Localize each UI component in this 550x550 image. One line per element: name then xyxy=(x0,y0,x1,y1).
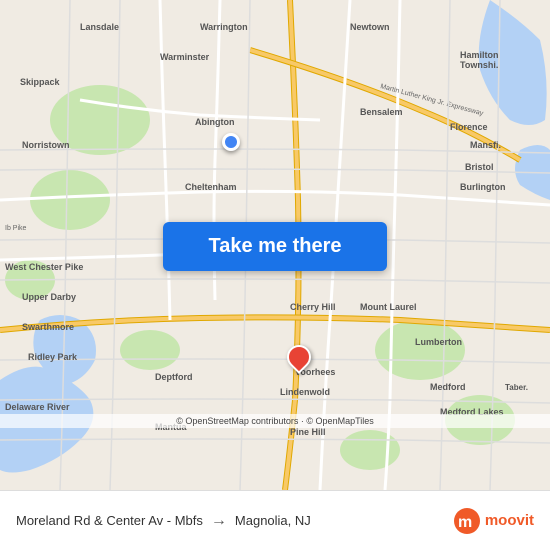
svg-text:Lumberton: Lumberton xyxy=(415,337,462,347)
svg-text:Lindenwold: Lindenwold xyxy=(280,387,330,397)
svg-text:m: m xyxy=(458,514,472,531)
svg-text:Deptford: Deptford xyxy=(155,372,193,382)
svg-text:Warrington: Warrington xyxy=(200,22,248,32)
svg-text:Swarthmore: Swarthmore xyxy=(22,322,74,332)
moovit-brand-text: moovit xyxy=(485,512,534,529)
moovit-logo: m moovit xyxy=(453,507,534,535)
svg-text:Norristown: Norristown xyxy=(22,140,70,150)
svg-text:Bristol: Bristol xyxy=(465,162,494,172)
svg-text:Townshi.: Townshi. xyxy=(460,60,498,70)
svg-text:Ib Pike: Ib Pike xyxy=(5,225,27,232)
moovit-logo-icon: m xyxy=(453,507,481,535)
route-info: Moreland Rd & Center Av - Mbfs → Magnoli… xyxy=(16,512,453,530)
svg-text:Lansdale: Lansdale xyxy=(80,22,119,32)
footer-bar: Moreland Rd & Center Av - Mbfs → Magnoli… xyxy=(0,490,550,550)
map-attribution: © OpenStreetMap contributors · © OpenMap… xyxy=(0,414,550,428)
svg-text:Mount Laurel: Mount Laurel xyxy=(360,302,417,312)
svg-text:Abington: Abington xyxy=(195,117,235,127)
arrow-icon: → xyxy=(211,512,227,530)
origin-label: Moreland Rd & Center Av - Mbfs xyxy=(16,513,203,528)
origin-marker xyxy=(222,133,240,151)
svg-text:West Chester Pike: West Chester Pike xyxy=(5,262,83,272)
svg-text:Warminster: Warminster xyxy=(160,52,210,62)
svg-text:Florence: Florence xyxy=(450,122,488,132)
svg-text:Upper Darby: Upper Darby xyxy=(22,292,76,302)
svg-text:Cheltenham: Cheltenham xyxy=(185,182,237,192)
destination-marker xyxy=(287,345,311,369)
svg-text:Newtown: Newtown xyxy=(350,22,390,32)
svg-text:Medford: Medford xyxy=(430,382,466,392)
destination-label: Magnolia, NJ xyxy=(235,513,311,528)
map-container: Martin Luther King Jr. Expressway Skippa… xyxy=(0,0,550,490)
svg-text:Bensalem: Bensalem xyxy=(360,107,403,117)
svg-text:Hamilton: Hamilton xyxy=(460,50,499,60)
svg-text:Skippack: Skippack xyxy=(20,77,61,87)
svg-text:Burlington: Burlington xyxy=(460,182,506,192)
svg-text:Ridley Park: Ridley Park xyxy=(28,352,78,362)
svg-text:Mansfi.: Mansfi. xyxy=(470,140,501,150)
svg-text:Taber.: Taber. xyxy=(505,383,528,392)
svg-text:Delaware River: Delaware River xyxy=(5,402,70,412)
svg-text:Cherry Hill: Cherry Hill xyxy=(290,302,336,312)
take-me-there-button[interactable]: Take me there xyxy=(163,222,387,271)
svg-text:Pine Hill: Pine Hill xyxy=(290,427,326,437)
